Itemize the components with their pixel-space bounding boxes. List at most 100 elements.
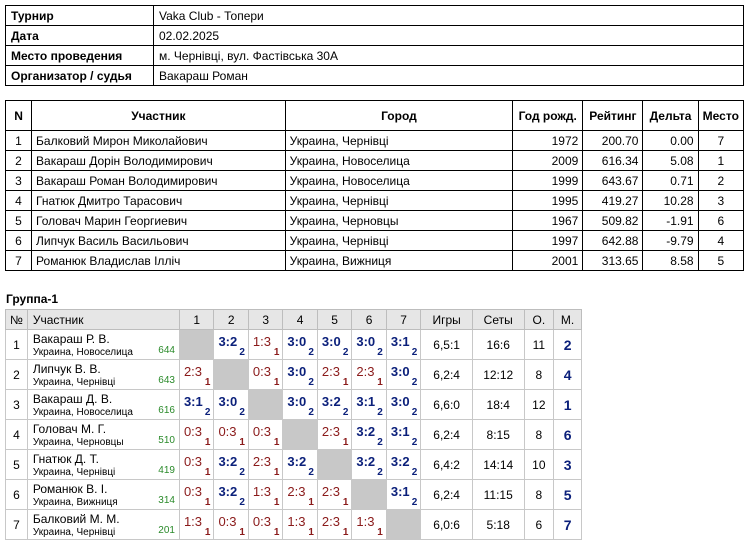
group-points: 6 — [523, 509, 555, 540]
participant-name: Вакараш Д. В. — [32, 392, 113, 406]
match-score: 2:3 — [321, 514, 340, 529]
group-points: 12 — [523, 389, 555, 420]
participant-rating: 644 — [158, 345, 175, 356]
match-result-cell: 3:2 2 — [213, 449, 249, 480]
match-score: 1:3 — [252, 484, 271, 499]
match-points: 2 — [239, 497, 245, 508]
player-row: 7 Романюк Владислав Ілліч Украина, Вижниця… — [4, 250, 745, 271]
match-score: 2:3 — [321, 484, 340, 499]
match-points: 2 — [411, 377, 418, 388]
match-points: 1 — [342, 437, 349, 448]
match-score: 3:0 — [390, 394, 410, 409]
player-birth-year: 1967 — [512, 210, 584, 231]
player-city: Украина, Новоселица — [284, 150, 514, 171]
player-birth-year: 1995 — [512, 190, 584, 211]
match-result-cell: 1:3 1 — [247, 479, 284, 510]
player-rating: 642.88 — [582, 230, 644, 251]
group-row-number: 4 — [5, 419, 28, 450]
info-key: Турнир — [5, 5, 154, 26]
match-result-cell: 3:1 2 — [385, 329, 422, 360]
player-number: 3 — [4, 170, 33, 191]
participant-city: Украина, Новоселица — [32, 407, 133, 418]
player-birth-year: 1997 — [512, 230, 584, 251]
match-result-cell: 3:0 2 — [213, 389, 249, 420]
player-name: Головач Марин Георгиевич — [31, 210, 286, 231]
match-points: 2 — [411, 407, 418, 418]
diagonal-cell — [351, 479, 387, 510]
match-points: 2 — [308, 377, 314, 388]
match-points: 2 — [411, 467, 418, 478]
group-place: 3 — [553, 449, 582, 480]
match-points: 2 — [377, 347, 383, 358]
match-score: 3:1 — [390, 424, 410, 439]
match-score: 3:0 — [287, 334, 307, 349]
match-score: 3:1 — [183, 394, 203, 409]
group-row-number: 3 — [5, 389, 28, 420]
player-number: 2 — [4, 150, 33, 171]
group-games: 6,5:1 — [420, 329, 473, 360]
group-row: 7 Балковий М. М. Украина, Чернівці 201 1:3 1 0… — [5, 509, 582, 540]
match-points: 1 — [377, 377, 383, 388]
participant-rating: 616 — [158, 405, 175, 416]
player-city: Украина, Чернівці — [284, 190, 514, 211]
match-result-cell: 3:0 2 — [282, 329, 318, 360]
player-delta: 0.71 — [642, 170, 699, 191]
group-games: 6,0:6 — [420, 509, 473, 540]
match-points: 2 — [342, 347, 349, 358]
group-col-opponent: 7 — [385, 309, 422, 330]
player-place: 3 — [697, 190, 745, 211]
group-row-number: 2 — [5, 359, 28, 390]
match-points: 2 — [204, 407, 211, 418]
group-col-opponent: 3 — [247, 309, 284, 330]
match-points: 1 — [204, 377, 211, 388]
player-rating: 643.67 — [582, 170, 644, 191]
player-row: 5 Головач Марин Георгиевич Украина, Чернов… — [4, 210, 745, 231]
group-row: 3 Вакараш Д. В. Украина, Новоселица 616 3:1 2… — [5, 389, 582, 420]
match-score: 1:3 — [183, 514, 203, 529]
group-sets: 18:4 — [471, 389, 525, 420]
player-rating: 419.27 — [582, 190, 644, 211]
match-score: 3:2 — [321, 394, 341, 409]
match-result-cell: 2:3 1 — [316, 509, 353, 540]
info-row: Дата 02.02.2025 — [5, 25, 744, 46]
match-result-cell: 3:0 2 — [351, 329, 387, 360]
group-points: 10 — [523, 449, 555, 480]
match-points: 1 — [273, 347, 280, 358]
match-points: 1 — [204, 527, 211, 538]
group-row: 1 Вакараш Р. В. Украина, Новоселица 644 3:2 2… — [5, 329, 582, 360]
group-place: 6 — [553, 419, 582, 450]
match-points: 2 — [308, 467, 314, 478]
player-row: 1 Балковий Мирон Миколайович Украина, Черн… — [4, 130, 745, 151]
group-games: 6,4:2 — [420, 449, 473, 480]
group-games: 6,2:4 — [420, 479, 473, 510]
group-participant: Гнатюк Д. Т. Украина, Чернівці 419 — [26, 449, 180, 480]
match-result-cell: 2:3 1 — [316, 359, 353, 390]
match-result-cell: 2:3 1 — [351, 359, 387, 390]
match-score: 3:0 — [287, 394, 307, 409]
match-result-cell: 3:1 2 — [178, 389, 215, 420]
group-games: 6,2:4 — [420, 419, 473, 450]
player-rating: 616.34 — [582, 150, 644, 171]
group-place: 1 — [553, 389, 582, 420]
participant-rating: 201 — [158, 525, 175, 536]
match-score: 1:3 — [287, 514, 306, 529]
player-place: 7 — [697, 130, 745, 151]
info-key: Дата — [5, 25, 154, 46]
group-col-place: М. — [553, 309, 582, 330]
tournament-info-table: Турнир Vaka Club - Топери Дата 02.02.2025 Ме… — [5, 5, 744, 86]
group-header-row: № Участник 1 2 3 4 5 6 7 Игры Сеты О. М. — [5, 309, 582, 330]
match-score: 3:0 — [321, 334, 341, 349]
match-result-cell: 3:2 2 — [282, 449, 318, 480]
match-score: 2:3 — [287, 484, 306, 499]
player-row: 3 Вакараш Роман Володимирович Украина, Нов… — [4, 170, 745, 191]
match-score: 0:3 — [218, 424, 237, 439]
col-header-delta: Дельта — [642, 100, 699, 131]
info-value: 02.02.2025 — [153, 25, 744, 46]
group-points: 8 — [523, 479, 555, 510]
match-points: 2 — [377, 437, 383, 448]
diagonal-cell — [247, 389, 284, 420]
group-participant: Романюк В. І. Украина, Вижниця 314 — [26, 479, 180, 510]
match-result-cell: 1:3 1 — [351, 509, 387, 540]
match-result-cell: 3:0 2 — [385, 389, 422, 420]
participant-name: Вакараш Р. В. — [32, 332, 110, 346]
